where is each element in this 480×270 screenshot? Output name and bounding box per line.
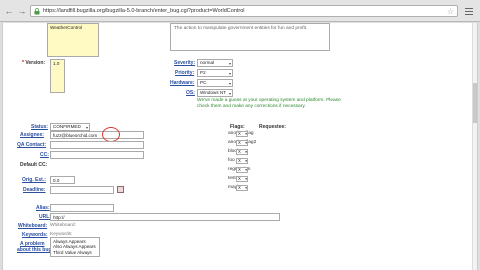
lock-icon xyxy=(34,8,40,15)
os-guess-note: We've made a guess at your operating sys… xyxy=(197,98,341,109)
flags-header: Flags: xyxy=(230,124,245,130)
page-scrollbar[interactable] xyxy=(472,23,477,270)
hardware-select[interactable]: PC ▾ xyxy=(197,79,233,87)
address-bar[interactable]: https://landfill.bugzilla.org/bugzilla-5… xyxy=(30,5,458,17)
version-select[interactable]: 1.0 xyxy=(50,59,65,93)
orig-est-input[interactable]: 0.0 xyxy=(50,176,75,184)
requestee-header: Requestee: xyxy=(259,124,286,130)
severity-label[interactable]: Severity: xyxy=(174,60,195,66)
flag-select[interactable]: X ▾ xyxy=(236,185,248,191)
cc-input[interactable] xyxy=(50,151,144,159)
component-value: WeatherControl xyxy=(50,25,83,30)
status-label[interactable]: Status: xyxy=(31,124,48,130)
hardware-label[interactable]: Hardware: xyxy=(170,80,194,86)
bookmark-star-icon[interactable]: ☆ xyxy=(447,7,454,16)
os-label[interactable]: OS: xyxy=(186,90,195,96)
flag-select[interactable]: X ▾ xyxy=(236,140,248,146)
forward-arrow-icon[interactable]: → xyxy=(17,6,27,16)
highlight-circle-annotation xyxy=(102,127,120,142)
deadline-label[interactable]: Deadline: xyxy=(23,187,46,193)
priority-label[interactable]: Priority: xyxy=(175,70,194,76)
calendar-icon[interactable] xyxy=(117,186,124,193)
back-arrow-icon[interactable]: ← xyxy=(4,6,14,16)
alias-label[interactable]: Alias: xyxy=(36,205,50,211)
cc-label[interactable]: CC: xyxy=(40,152,49,158)
deadline-input[interactable] xyxy=(50,186,114,194)
os-select[interactable]: Windows NT ▾ xyxy=(197,89,233,97)
priority-select[interactable]: P2 ▾ xyxy=(197,69,233,77)
menu-icon[interactable] xyxy=(464,6,474,16)
keywords-label[interactable]: Keywords: xyxy=(22,232,48,238)
assignee-input[interactable]: fuzz@blueorchid.com xyxy=(50,131,144,139)
assignee-label[interactable]: Assignee: xyxy=(20,132,44,138)
url-text: https://landfill.bugzilla.org/bugzilla-5… xyxy=(43,8,245,14)
orig-est-label[interactable]: Orig. Est.: xyxy=(22,177,46,183)
flag-select[interactable]: X ▾ xyxy=(236,167,248,173)
alias-input[interactable] xyxy=(50,204,114,212)
component-description: The action to manipulate government enti… xyxy=(170,23,330,51)
whiteboard-label[interactable]: Whiteboard: xyxy=(18,223,47,229)
qa-contact-input[interactable] xyxy=(50,141,144,149)
status-select[interactable]: CONFIRMED ▾ xyxy=(50,123,90,131)
always-option[interactable]: Also Always Appears xyxy=(53,244,97,249)
always-option[interactable]: Third Value Always xyxy=(53,250,97,255)
problem-label-line2[interactable]: about this bug: xyxy=(17,247,53,253)
flag-label: foo xyxy=(228,158,235,163)
default-cc-label: Default CC: xyxy=(20,162,48,168)
flag-select[interactable]: X ▾ xyxy=(236,176,248,182)
browser-toolbar: ← → https://landfill.bugzilla.org/bugzil… xyxy=(0,0,480,22)
flag-select[interactable]: X ▾ xyxy=(236,149,248,155)
scrollbar-thumb[interactable] xyxy=(473,83,477,123)
whiteboard-text: Whiteboard: xyxy=(50,223,76,228)
flag-select[interactable]: X ▾ xyxy=(236,158,248,164)
url-input[interactable]: http:// xyxy=(50,213,280,221)
component-select[interactable]: WeatherControl xyxy=(47,23,99,57)
bug-entry-page: WeatherControl The action to manipulate … xyxy=(2,23,478,270)
severity-select[interactable]: normal ▾ xyxy=(197,59,233,67)
version-label: * Version: xyxy=(22,60,46,66)
flag-select[interactable]: X ▾ xyxy=(236,131,248,137)
qa-contact-label[interactable]: QA Contact: xyxy=(17,142,46,148)
flag-label: test xyxy=(228,176,236,181)
always-multiselect[interactable]: Always Appears Also Always Appears Third… xyxy=(50,237,100,257)
